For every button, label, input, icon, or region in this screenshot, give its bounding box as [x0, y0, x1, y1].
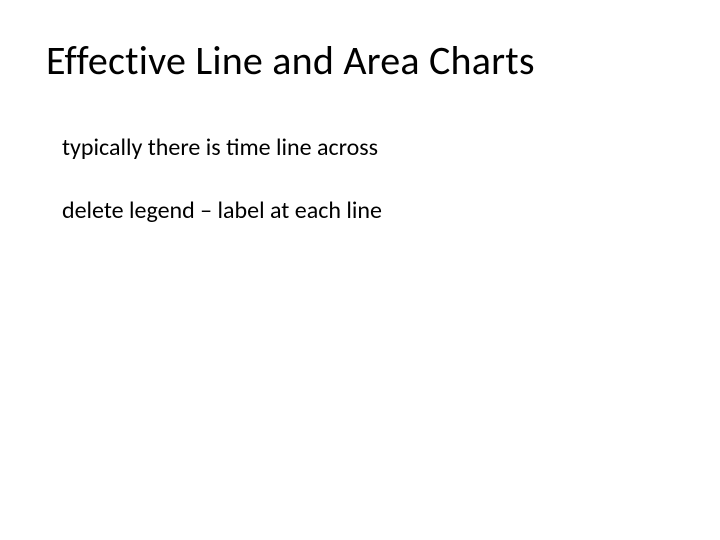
bullet-item: typically there is time line across	[62, 134, 382, 163]
slide-title: Effective Line and Area Charts	[46, 38, 535, 84]
slide: Effective Line and Area Charts typically…	[0, 0, 720, 540]
slide-body: typically there is time line across dele…	[62, 134, 382, 260]
bullet-item: delete legend – label at each line	[62, 197, 382, 226]
